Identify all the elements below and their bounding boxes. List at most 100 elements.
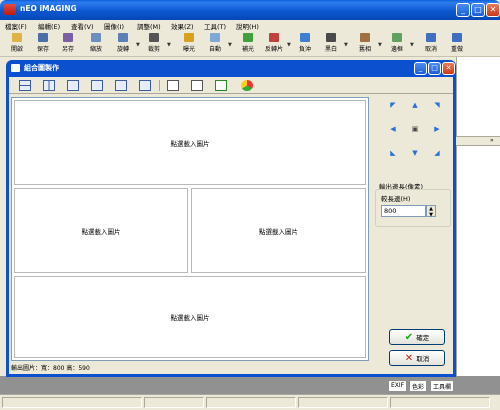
undo-button[interactable]: 取消 xyxy=(418,33,444,55)
toolbar-separator xyxy=(159,80,160,91)
crop-button[interactable]: 裁剪 xyxy=(141,33,167,55)
arrow-down-icon[interactable]: ▼ xyxy=(409,147,421,159)
arrow-up-icon[interactable]: ▲ xyxy=(409,99,421,111)
status-segment xyxy=(390,397,490,408)
dialog-minimize-button[interactable]: _ xyxy=(414,62,427,75)
menu-edit[interactable]: 編輯(E) xyxy=(38,21,60,31)
menu-effects[interactable]: 效果(Z) xyxy=(171,21,194,31)
arrow-right-icon[interactable]: ▶ xyxy=(431,123,443,135)
long-side-label: 較長邊(H) xyxy=(381,195,411,203)
layout-2-horizontal-icon[interactable] xyxy=(19,80,31,91)
menu-file[interactable]: 檔案(F) xyxy=(5,21,27,31)
status-segment xyxy=(2,397,142,408)
collage-canvas: 點選載入圖片 點選載入圖片 點選載入圖片 點選載入圖片 xyxy=(11,97,369,361)
minimize-button[interactable]: _ xyxy=(456,3,470,17)
ok-label: 確定 xyxy=(416,334,430,342)
layout-4-grid-icon[interactable] xyxy=(67,80,79,91)
layout-9-grid-icon[interactable] xyxy=(139,80,151,91)
redo-button[interactable]: 重做 xyxy=(444,33,470,55)
cell-label: 點選載入圖片 xyxy=(81,227,121,236)
dialog-icon xyxy=(11,64,20,72)
arrow-down-left-icon[interactable]: ◣ xyxy=(387,147,399,159)
reversal-film-icon xyxy=(269,33,279,42)
cell-label: 點選載入圖片 xyxy=(259,227,298,236)
auto-icon xyxy=(210,33,220,42)
cell-label: 點選載入圖片 xyxy=(170,314,210,322)
crop-dropdown-arrow[interactable]: ▼ xyxy=(167,42,171,48)
tab-exif[interactable]: EXIF xyxy=(388,381,408,392)
cancel-button[interactable]: ✕ 取消 xyxy=(389,350,445,366)
menu-tools[interactable]: 工具(T) xyxy=(204,21,226,31)
long-side-input[interactable]: 800 xyxy=(381,205,426,217)
open-button[interactable]: 開啟 xyxy=(4,33,30,55)
cross-process-button[interactable]: 負沖 xyxy=(292,33,318,55)
output-size-info: 輸出圖片：寬：800 高：590 xyxy=(11,365,90,372)
auto-button[interactable]: 自動 xyxy=(202,33,228,55)
cancel-label: 取消 xyxy=(416,355,430,363)
save-icon xyxy=(38,33,48,42)
old-photo-dropdown-arrow[interactable]: ▼ xyxy=(378,42,382,48)
color-icon[interactable] xyxy=(241,80,253,91)
arrow-down-right-icon[interactable]: ◢ xyxy=(431,147,443,159)
ok-button[interactable]: ✔ 確定 xyxy=(389,329,445,345)
center-image-icon[interactable]: ▣ xyxy=(409,123,421,135)
cross-process-icon xyxy=(300,33,310,42)
black-white-dropdown-arrow[interactable]: ▼ xyxy=(344,42,348,48)
image-cell-middle-left[interactable]: 點選載入圖片 xyxy=(14,188,188,273)
arrow-up-right-icon[interactable]: ◥ xyxy=(431,99,443,111)
fit-icon[interactable] xyxy=(167,80,179,91)
close-x-icon: ✕ xyxy=(404,352,414,364)
old-photo-button[interactable]: 舊相 xyxy=(352,33,378,55)
exposure-button[interactable]: 曝光 xyxy=(176,33,202,55)
output-size-group: 較長邊(H) 800 ▲ ▼ xyxy=(375,189,451,227)
menu-help[interactable]: 說明(H) xyxy=(236,21,259,31)
right-side-panel xyxy=(456,57,500,377)
arrow-left-icon[interactable]: ◀ xyxy=(387,123,399,135)
image-cell-top[interactable]: 點選載入圖片 xyxy=(14,100,366,185)
menu-view[interactable]: 查看(V) xyxy=(71,21,94,31)
dialog-close-button[interactable]: ✕ xyxy=(442,62,455,75)
border-button[interactable]: 邊框 xyxy=(384,33,410,55)
arrow-up-left-icon[interactable]: ◤ xyxy=(387,99,399,111)
menu-image[interactable]: 圖像(I) xyxy=(104,21,124,31)
exposure-icon xyxy=(184,33,194,42)
rotate-dropdown-arrow[interactable]: ▼ xyxy=(136,42,140,48)
fill-light-button[interactable]: 補光 xyxy=(235,33,261,55)
image-cell-middle-right[interactable]: 點選載入圖片 xyxy=(191,188,366,273)
right-panel-header: » xyxy=(456,136,500,146)
close-button[interactable]: ✕ xyxy=(486,3,500,17)
status-segment xyxy=(206,397,296,408)
tab-color[interactable]: 色彩 xyxy=(409,381,428,392)
dialog-body: 點選載入圖片 點選載入圖片 點選載入圖片 點選載入圖片 輸出圖片：寬：800 高… xyxy=(9,77,453,374)
layout-3-rows-icon[interactable] xyxy=(91,80,103,91)
selection-icon[interactable] xyxy=(215,80,227,91)
redo-icon xyxy=(452,33,462,42)
cell-label: 點選載入圖片 xyxy=(170,139,210,148)
main-toolbar: 開啟 保存 另存 縮放 旋轉 ▼ 裁剪 ▼ 曝光 自動 ▼ 補光 反轉片 ▼ 負… xyxy=(0,31,500,57)
auto-dropdown-arrow[interactable]: ▼ xyxy=(228,42,232,48)
layout-toolbar xyxy=(9,77,453,94)
reversal-film-button[interactable]: 反轉片 xyxy=(261,33,287,55)
rotate-icon xyxy=(118,33,128,42)
status-bar xyxy=(0,394,500,410)
maximize-button[interactable]: □ xyxy=(471,3,485,17)
long-side-spinner[interactable]: ▲ ▼ xyxy=(426,205,436,218)
image-cell-bottom[interactable]: 點選載入圖片 xyxy=(14,276,366,358)
save-as-button[interactable]: 另存 xyxy=(55,33,81,55)
resize-button[interactable]: 縮放 xyxy=(83,33,109,55)
border-dropdown-arrow[interactable]: ▼ xyxy=(410,42,414,48)
status-segment xyxy=(144,397,204,408)
black-white-button[interactable]: 黑白 xyxy=(318,33,344,55)
reversal-film-dropdown-arrow[interactable]: ▼ xyxy=(287,42,291,48)
tab-toolbar[interactable]: 工具欄 xyxy=(430,381,455,392)
dialog-maximize-button[interactable]: □ xyxy=(428,62,441,75)
dialog-title: 組合圖製作 xyxy=(24,64,59,72)
menu-adjust[interactable]: 調整(M) xyxy=(137,21,161,31)
save-button[interactable]: 保存 xyxy=(30,33,56,55)
fill-light-icon xyxy=(243,33,253,42)
layout-3-columns-icon[interactable] xyxy=(115,80,127,91)
frame-icon[interactable] xyxy=(191,80,203,91)
layout-2-vertical-icon[interactable] xyxy=(43,80,55,91)
panel-collapse-icon[interactable]: » xyxy=(490,137,494,144)
rotate-button[interactable]: 旋轉 xyxy=(110,33,136,55)
